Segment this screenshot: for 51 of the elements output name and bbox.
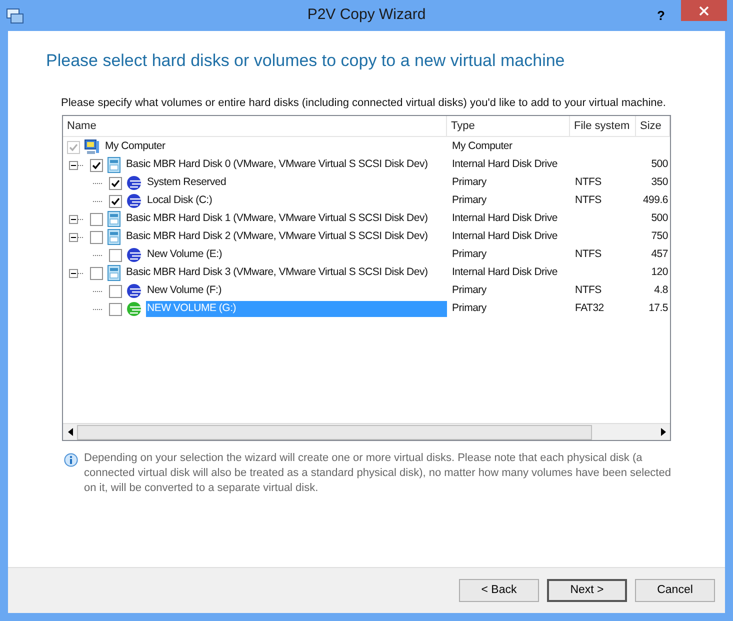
- table-cell-text: Primary: [451, 301, 488, 316]
- column-header[interactable]: Type: [447, 116, 570, 136]
- table-cell-text: 499.6: [642, 193, 669, 208]
- table-cell-text: 500: [650, 211, 669, 226]
- disk-drive-icon: [107, 211, 121, 227]
- table-cell-text: Internal Hard Disk Drive: [451, 211, 558, 226]
- table-cell-text: My Computer: [451, 139, 514, 154]
- wizard-button[interactable]: Cancel: [635, 579, 715, 602]
- collapse-toggle[interactable]: [69, 160, 78, 170]
- collapse-toggle[interactable]: [69, 214, 78, 224]
- close-button[interactable]: [681, 0, 727, 21]
- column-header[interactable]: Size: [636, 116, 670, 136]
- table-cell-text: NTFS: [575, 193, 602, 208]
- table-cell-text: Primary: [451, 193, 488, 208]
- table-cell-text: 750: [650, 229, 669, 244]
- table-cell-text: Internal Hard Disk Drive: [451, 265, 558, 280]
- help-button[interactable]: ?: [657, 6, 665, 26]
- table-cell-text: 4.8: [653, 283, 669, 298]
- info-note: Depending on your selection the wizard will create one or more virtual disks. Please note that each physical disk (a connected virtual disk will also be treated as a standard physical disk), no matter how many volumes have been selected on it, will be converted to a separate virtual disk.: [84, 451, 672, 496]
- table-cell-text: Internal Hard Disk Drive: [451, 229, 558, 244]
- window-title: P2V Copy Wizard: [306, 5, 427, 26]
- instruction-text: Please specify what volumes or entire hard disks (including connected virtual disks) you'd like to add to your virtual machine.: [61, 96, 667, 110]
- close-icon: [699, 6, 709, 16]
- table-cell-text: 350: [650, 175, 669, 190]
- table-cell-text: 500: [650, 157, 669, 172]
- table-cell-text: 17.5: [648, 301, 669, 316]
- table-cell-text: Primary: [451, 247, 488, 262]
- disk-drive-icon: [107, 157, 121, 173]
- table-cell-text: 457: [650, 247, 669, 262]
- page-heading: Please select hard disks or volumes to copy to a new virtual machine: [46, 50, 566, 72]
- info-icon: [64, 453, 78, 467]
- column-header[interactable]: File system: [570, 116, 636, 136]
- wizard-button[interactable]: Next >: [547, 579, 627, 602]
- collapse-toggle[interactable]: [69, 232, 78, 242]
- table-cell-text: Primary: [451, 283, 488, 298]
- column-header[interactable]: Name: [63, 116, 447, 136]
- table-cell-text: NTFS: [575, 283, 602, 298]
- disk-drive-icon: [107, 265, 121, 281]
- table-cell-text: Internal Hard Disk Drive: [451, 157, 558, 172]
- computer-icon: [84, 139, 100, 155]
- scrollbar-thumb[interactable]: [77, 424, 592, 440]
- table-cell-text: 120: [650, 265, 669, 280]
- wizard-button[interactable]: < Back: [459, 579, 539, 602]
- collapse-toggle[interactable]: [69, 268, 78, 278]
- table-cell-text: NTFS: [575, 175, 602, 190]
- disk-drive-icon: [107, 229, 121, 245]
- table-cell-text: FAT32: [575, 301, 604, 316]
- table-cell-text: Primary: [451, 175, 488, 190]
- table-cell-text: NTFS: [575, 247, 602, 262]
- horizontal-scrollbar[interactable]: [63, 423, 670, 440]
- wizard-icon: [6, 8, 24, 24]
